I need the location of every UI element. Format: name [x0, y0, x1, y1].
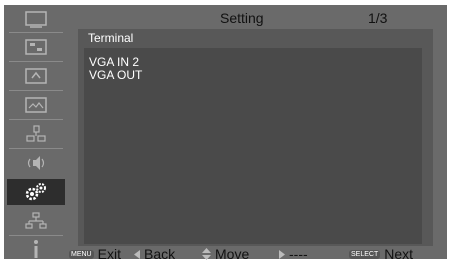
select-key-icon: SELECT [349, 249, 381, 259]
sidebar-item-settings[interactable] [7, 179, 65, 205]
image-icon [25, 97, 47, 113]
sidebar-item-display[interactable] [7, 6, 65, 32]
list-item-vga-out[interactable]: VGA OUT [89, 68, 142, 82]
computer-icon [26, 125, 46, 142]
sidebar [4, 5, 66, 259]
right-arrow-icon [279, 249, 285, 259]
menu-key-icon: MENU [69, 249, 94, 259]
info-icon [34, 240, 38, 258]
header-title: Setting [220, 10, 264, 26]
sidebar-item-screen[interactable] [7, 63, 65, 89]
next-hint[interactable]: SELECT Next [349, 246, 413, 262]
sidebar-item-network[interactable] [7, 208, 65, 234]
network-icon [25, 212, 47, 229]
move-label: Move [215, 246, 250, 262]
exit-hint[interactable]: MENU Exit [69, 246, 121, 262]
right-hint[interactable]: ---- [279, 246, 308, 262]
exit-label: Exit [97, 246, 121, 262]
sidebar-item-computer[interactable] [7, 121, 65, 147]
settings-gears-icon [25, 183, 46, 201]
page-indicator: 1/3 [368, 10, 388, 26]
up-down-arrow-icon [202, 248, 211, 260]
panel-title: Terminal [88, 31, 134, 45]
sidebar-item-picture-adjust[interactable] [7, 34, 65, 60]
screen-icon [25, 68, 47, 84]
move-hint[interactable]: Move [202, 246, 249, 262]
right-label: ---- [289, 246, 308, 262]
back-label: Back [144, 246, 176, 262]
sidebar-item-image[interactable] [7, 92, 65, 118]
picture-adjust-icon [25, 39, 47, 55]
back-hint[interactable]: Back [134, 246, 175, 262]
left-arrow-icon [134, 249, 140, 259]
sidebar-item-sound[interactable] [7, 150, 65, 176]
sound-icon [27, 156, 45, 170]
next-label: Next [384, 246, 414, 262]
footer-hints: MENU Exit Back Move ---- SELECT Next [66, 246, 446, 262]
list-item-vga-in-2[interactable]: VGA IN 2 [89, 55, 139, 69]
sidebar-item-info[interactable] [7, 236, 65, 262]
display-icon [25, 11, 47, 28]
